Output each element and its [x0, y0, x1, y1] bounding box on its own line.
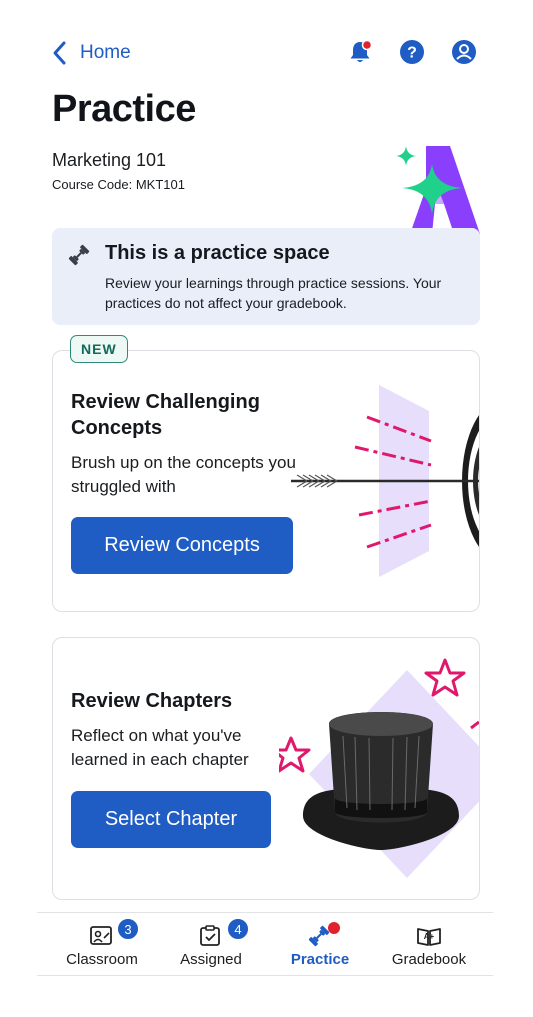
arrow-target-illustration: [291, 385, 479, 577]
help-button[interactable]: ?: [398, 38, 426, 66]
top-bar: Home ?: [0, 0, 533, 100]
card-description: Reflect on what you've learned in each c…: [71, 726, 249, 769]
tab-classroom[interactable]: 3 Classroom: [47, 913, 157, 975]
tab-practice[interactable]: Practice: [265, 913, 375, 975]
page-title: Practice: [52, 88, 196, 130]
notification-bell-icon: [350, 39, 373, 62]
notice-text: Review your learnings through practice s…: [105, 275, 442, 311]
help-icon: ?: [400, 40, 424, 64]
back-home-button[interactable]: Home: [50, 36, 131, 70]
card-title: Review Challenging Concepts: [71, 391, 260, 439]
profile-button[interactable]: [450, 38, 478, 66]
card-title: Review Chapters: [71, 690, 233, 712]
tab-label: Gradebook: [391, 951, 467, 968]
gradebook-icon: A+: [417, 928, 441, 946]
bottom-tab-bar: 3 Classroom 4 Assigned Practice A+ Grade…: [37, 912, 493, 976]
assigned-count-badge: 4: [227, 918, 249, 940]
tab-assigned[interactable]: 4 Assigned: [156, 913, 266, 975]
profile-icon: [452, 40, 476, 64]
tab-label: Assigned: [180, 951, 242, 968]
chevron-left-icon: [53, 41, 66, 65]
brand-logo: [396, 146, 480, 234]
tab-gradebook[interactable]: A+ Gradebook: [374, 913, 484, 975]
top-hat-stars-illustration: [279, 658, 479, 878]
svg-text:A+: A+: [424, 932, 435, 941]
classroom-icon: [90, 926, 112, 945]
review-concepts-button[interactable]: Review Concepts: [71, 517, 293, 574]
notifications-button[interactable]: [346, 38, 374, 66]
practice-notification-dot: [328, 922, 340, 934]
course-name: Marketing 101: [52, 150, 167, 170]
svg-text:?: ?: [407, 45, 417, 62]
new-badge: NEW: [70, 335, 128, 363]
back-label: Home: [80, 42, 131, 63]
tab-label: Practice: [290, 951, 350, 968]
dumbbell-icon: [68, 244, 90, 266]
course-code: Course Code: MKT101: [52, 177, 185, 192]
notice-title: This is a practice space: [105, 242, 330, 264]
review-chapters-card: Review Chapters Reflect on what you've l…: [52, 637, 480, 900]
assigned-icon: [200, 925, 220, 946]
tab-label: Classroom: [66, 951, 138, 968]
select-chapter-button[interactable]: Select Chapter: [71, 791, 271, 848]
practice-space-notice: This is a practice space Review your lea…: [52, 228, 480, 325]
review-concepts-card: Review Challenging Concepts Brush up on …: [52, 350, 480, 612]
card-description: Brush up on the concepts you struggled w…: [71, 453, 296, 496]
classroom-count-badge: 3: [117, 918, 139, 940]
